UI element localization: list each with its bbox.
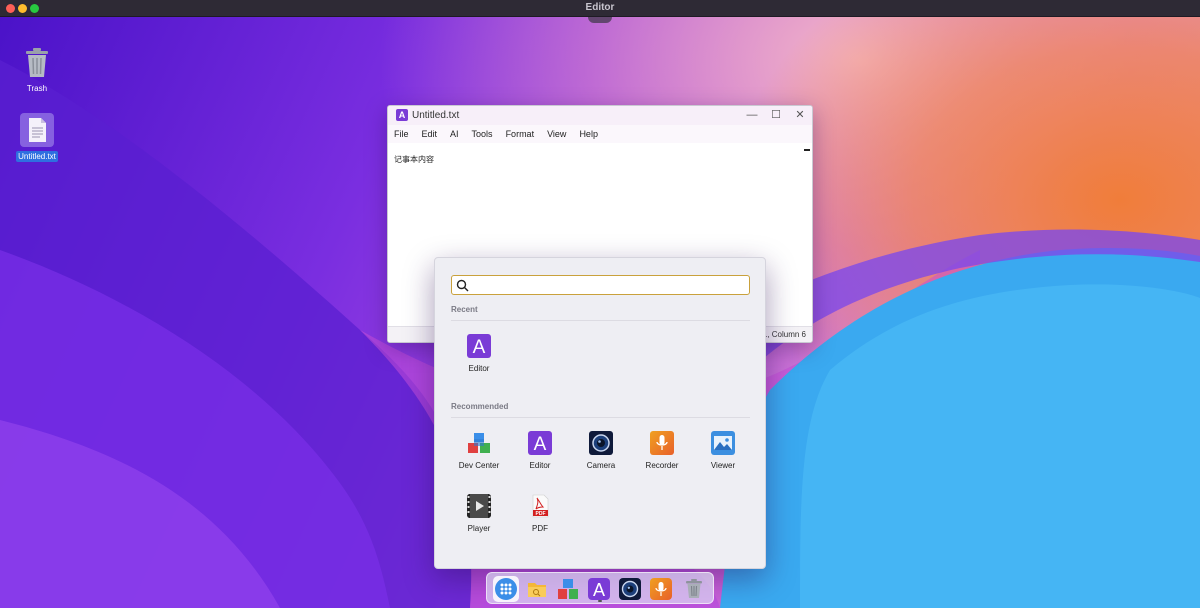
menu-tools[interactable]: Tools bbox=[472, 129, 493, 139]
scrollbar-thumb[interactable] bbox=[804, 149, 810, 151]
desktop-icon-label: Untitled.txt bbox=[16, 151, 58, 162]
window-titlebar: Editor bbox=[0, 0, 1200, 17]
desktop-icon-untitled-txt[interactable]: Untitled.txt bbox=[7, 113, 67, 162]
microphone-icon bbox=[650, 431, 674, 455]
app-camera[interactable]: Camera bbox=[573, 431, 629, 470]
svg-text:A: A bbox=[473, 337, 486, 358]
app-recorder[interactable]: Recorder bbox=[634, 431, 690, 470]
editor-icon: A bbox=[467, 334, 491, 358]
dock-running-indicator bbox=[598, 600, 602, 602]
app-label: Dev Center bbox=[458, 461, 500, 470]
app-label: Camera bbox=[586, 461, 616, 470]
editor-content: 记事本内容 bbox=[394, 155, 434, 164]
cubes-icon[interactable] bbox=[557, 578, 579, 600]
menu-edit[interactable]: Edit bbox=[422, 129, 438, 139]
editor-menubar: File Edit AI Tools Format View Help bbox=[388, 125, 812, 143]
editor-icon[interactable]: A bbox=[588, 578, 610, 600]
recent-app-editor[interactable]: A Editor bbox=[451, 334, 507, 373]
text-file-icon bbox=[20, 113, 54, 147]
menu-view[interactable]: View bbox=[547, 129, 566, 139]
search-input[interactable] bbox=[472, 278, 742, 292]
app-pdf[interactable]: PDF PDF bbox=[512, 494, 568, 533]
divider bbox=[451, 320, 750, 321]
camera-icon[interactable] bbox=[619, 578, 641, 600]
maximize-button[interactable]: ☐ bbox=[768, 108, 784, 122]
app-viewer[interactable]: Viewer bbox=[695, 431, 751, 470]
app-label: Viewer bbox=[710, 461, 736, 470]
trash-icon bbox=[23, 47, 51, 79]
editor-icon: A bbox=[528, 431, 552, 455]
search-box[interactable] bbox=[451, 275, 750, 295]
image-icon bbox=[711, 431, 735, 455]
editor-app-icon: A bbox=[396, 109, 408, 121]
camera-icon bbox=[589, 431, 613, 455]
recent-section-title: Recent bbox=[451, 305, 478, 314]
recommended-section-title: Recommended bbox=[451, 402, 509, 411]
menu-ai[interactable]: AI bbox=[450, 129, 459, 139]
menu-format[interactable]: Format bbox=[506, 129, 535, 139]
window-title: Editor bbox=[585, 2, 615, 13]
app-dev-center[interactable]: Dev Center bbox=[451, 431, 507, 470]
files-icon[interactable] bbox=[526, 578, 548, 600]
film-icon bbox=[467, 494, 491, 518]
trash-icon[interactable] bbox=[683, 578, 705, 600]
menu-file[interactable]: File bbox=[394, 129, 409, 139]
desktop-icon-label: Trash bbox=[26, 84, 48, 93]
editor-titlebar[interactable]: A Untitled.txt — ☐ ✕ bbox=[388, 106, 812, 125]
desktop-icon-trash[interactable]: Trash bbox=[7, 47, 67, 94]
divider bbox=[451, 417, 750, 418]
app-label: Editor bbox=[529, 461, 551, 470]
menu-help[interactable]: Help bbox=[579, 129, 598, 139]
pdf-icon: PDF bbox=[528, 494, 552, 518]
launcher-grid-icon[interactable] bbox=[495, 578, 517, 600]
topbar-notch bbox=[588, 17, 612, 23]
app-label: Recorder bbox=[645, 461, 679, 470]
app-label: Editor bbox=[468, 364, 490, 373]
minimize-button[interactable]: — bbox=[744, 108, 760, 122]
search-icon bbox=[456, 279, 469, 292]
cubes-icon bbox=[467, 431, 491, 455]
app-label: Player bbox=[467, 524, 491, 533]
svg-text:A: A bbox=[593, 580, 605, 600]
app-player[interactable]: Player bbox=[451, 494, 507, 533]
editor-title: Untitled.txt bbox=[412, 110, 460, 121]
app-editor[interactable]: A Editor bbox=[512, 431, 568, 470]
svg-text:PDF: PDF bbox=[536, 511, 546, 517]
close-button[interactable]: ✕ bbox=[792, 108, 808, 122]
svg-text:A: A bbox=[534, 434, 547, 455]
app-label: PDF bbox=[532, 524, 548, 533]
app-launcher: Recent A Editor Recommended Dev Center A… bbox=[434, 257, 766, 569]
microphone-icon[interactable] bbox=[650, 578, 672, 600]
cursor-position: 1, Column 6 bbox=[762, 330, 806, 339]
